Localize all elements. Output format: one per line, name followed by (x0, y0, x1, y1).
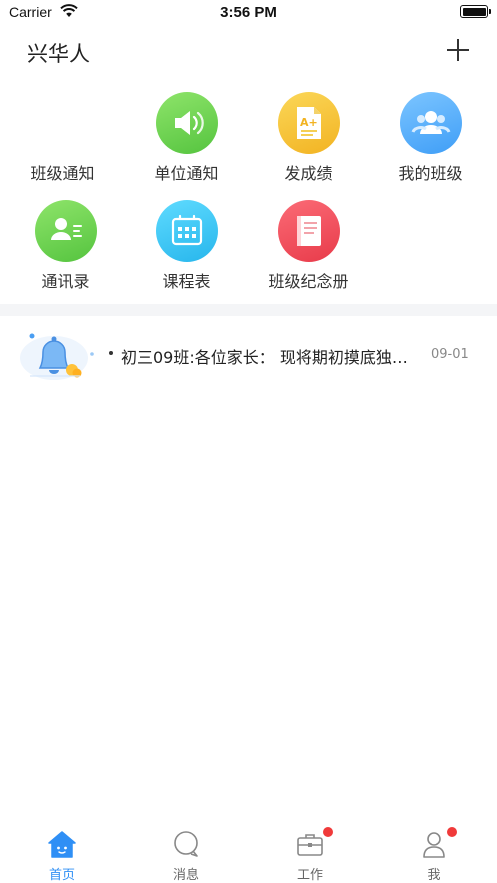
grid-item-timetable[interactable]: 课程表 (126, 200, 247, 300)
tab-label: 工作 (296, 868, 323, 883)
grid-item-label: 我的班级 (398, 164, 463, 183)
badge-dot (447, 827, 457, 837)
grid-item-label: 发成绩 (284, 164, 333, 183)
tab-me[interactable]: 我 (372, 820, 496, 883)
grid-item-label: 班级纪念册 (268, 272, 349, 291)
album-book-icon (278, 200, 340, 262)
add-button[interactable] (446, 38, 470, 62)
contact-card-icon (35, 200, 97, 262)
status-time: 3:56 PM (220, 4, 277, 21)
list-bullet (109, 351, 113, 355)
grid-item-label: 课程表 (162, 272, 211, 291)
home-icon (48, 831, 76, 858)
timetable-icon (156, 200, 218, 262)
grid-item-class-album[interactable]: 班级纪念册 (248, 200, 369, 300)
grid-item-contacts[interactable]: 通讯录 (5, 200, 126, 300)
grid-item-label: 班级通知 (30, 164, 95, 183)
class-notice-icon (32, 92, 94, 154)
grid-item-unit-notice[interactable]: 单位通知 (126, 92, 247, 192)
page-title: 兴华人 (27, 42, 90, 66)
tab-home[interactable]: 首页 (0, 820, 124, 883)
tab-work[interactable]: 工作 (248, 820, 372, 883)
grid-item-class-notice[interactable]: 班级通知 (2, 92, 123, 192)
tab-label: 消息 (172, 868, 199, 883)
list-item[interactable]: 初三09班:各位家长： 现将期初摸底独… 09-01 (0, 318, 497, 386)
tab-label: 首页 (48, 868, 75, 883)
bell-notice-icon (20, 333, 94, 380)
tab-messages[interactable]: 消息 (124, 820, 248, 883)
section-divider (0, 304, 497, 316)
tab-label: 我 (427, 868, 441, 883)
grid-item-my-class[interactable]: 我的班级 (370, 92, 491, 192)
message-text: 初三09班:各位家长： 现将期初摸底独… (121, 348, 408, 367)
chat-bubble-icon (174, 831, 198, 857)
speaker-icon (156, 92, 218, 154)
briefcase-icon (297, 834, 323, 856)
message-date: 09-01 (431, 347, 469, 362)
svg-text:A+: A+ (300, 116, 318, 129)
grid-item-grades[interactable]: A+ 发成绩 (248, 92, 369, 192)
grid-item-label: 单位通知 (154, 164, 219, 183)
person-icon (423, 832, 445, 858)
badge-dot (323, 827, 333, 837)
class-people-icon (400, 92, 462, 154)
battery-icon (460, 5, 491, 18)
grid-item-label: 通讯录 (41, 272, 90, 291)
status-bar: Carrier 3:56 PM (0, 0, 497, 26)
tab-bar: 首页 消息 工作 我 (0, 820, 497, 883)
grade-paper-icon: A+ (278, 92, 340, 154)
